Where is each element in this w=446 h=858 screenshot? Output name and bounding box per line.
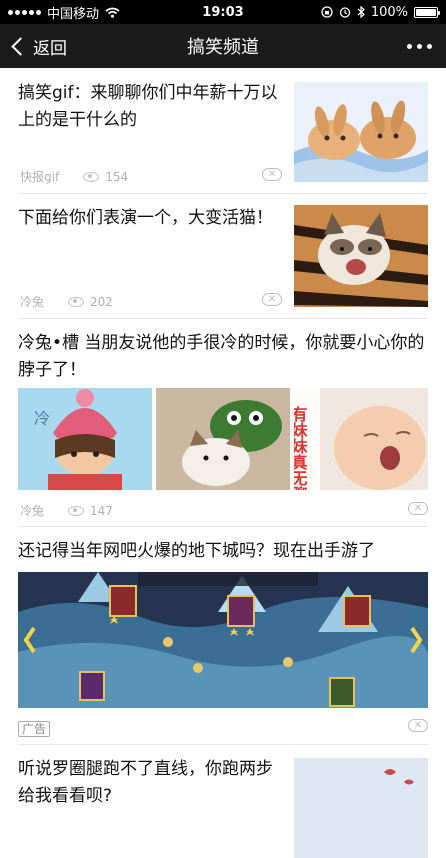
bluetooth-icon [357,6,365,18]
views-icon [68,505,85,516]
item-image-caption: 有妹妹真无聊 [294,405,309,490]
list-item[interactable]: 下面给你们表演一个，大变活猫！ 冷兔 202 ✕ [18,205,428,315]
divider [18,744,428,745]
item-title: 搞笑gif：来聊聊你们中年薪十万以上的是干什么的 [18,83,278,130]
carrier-label: 中国移动 [47,6,100,22]
more-button[interactable] [407,43,432,49]
item-thumbnail [156,388,290,490]
views-icon [68,296,85,307]
item-source: 冷兔 [20,295,45,309]
item-image-row: 冷 有妹妹真无聊 [18,388,428,490]
nav-bar: 返回 搞笑频道 [0,24,446,68]
item-source: 快报gif [20,170,60,184]
ad-badge-wrap: 广告 [18,718,51,737]
divider [18,318,428,319]
item-title: 冷兔•槽 当朋友说他的手很冷的时候，你就要小心你的脖子了！ [18,333,425,380]
battery-icon [414,6,440,18]
dismiss-button[interactable]: ✕ [408,502,428,515]
item-thumbnail [294,82,428,182]
item-views: 147 [90,503,113,518]
orientation-lock-icon [321,6,333,18]
item-views: 202 [90,294,113,309]
alarm-icon [339,7,350,18]
back-label: 返回 [33,38,67,59]
list-item[interactable]: 搞笑gif：来聊聊你们中年薪十万以上的是干什么的 快报gif 154 ✕ [18,80,428,190]
battery-percent: 100% [370,4,408,20]
divider [18,526,428,527]
item-thumbnail [294,758,428,858]
dismiss-button[interactable]: ✕ [262,168,282,181]
signal-icon [8,9,41,15]
dismiss-button[interactable]: ✕ [408,719,428,732]
back-button[interactable]: 返回 [0,34,67,59]
views-icon [83,171,100,182]
list-item[interactable]: 冷兔•槽 当朋友说他的手很冷的时候，你就要小心你的脖子了！ 冷 有妹妹真无 冷兔… [18,330,428,520]
item-thumbnail: 冷 [18,388,152,490]
item-title: 听说罗圈腿跑不了直线，你跑两步给我看看呗? [18,759,273,806]
more-dots-icon [407,43,412,49]
ad-banner [18,572,428,708]
item-thumbnail: 有妹妹真无聊 [294,388,428,490]
item-views: 154 [105,169,129,184]
ad-item[interactable]: 还记得当年网吧火爆的地下城吗？现在出手游了 广告 ✕ [18,538,428,738]
item-title: 还记得当年网吧火爆的地下城吗？现在出手游了 [18,541,375,561]
item-source: 冷兔 [20,504,45,518]
chevron-left-icon [11,36,30,56]
item-title: 下面给你们表演一个，大变活猫！ [18,208,273,228]
divider [18,193,428,194]
status-bar: 中国移动 19:03 100% [0,0,446,24]
dismiss-button[interactable]: ✕ [262,293,282,306]
ad-badge: 广告 [18,721,51,737]
svg-text:冷: 冷 [34,409,50,428]
wifi-icon [105,7,120,18]
item-thumbnail [294,205,428,307]
list-item[interactable]: 听说罗圈腿跑不了直线，你跑两步给我看看呗? [18,756,428,858]
